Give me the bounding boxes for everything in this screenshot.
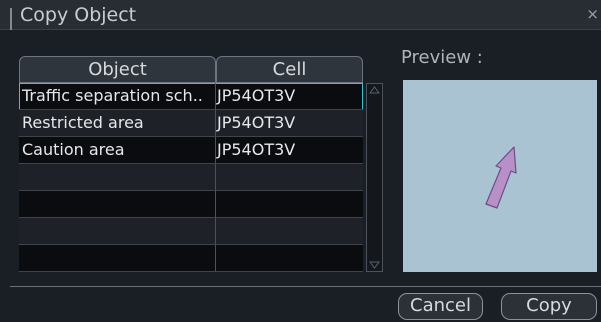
column-header-object[interactable]: Object: [19, 56, 216, 83]
scroll-up-icon[interactable]: [369, 86, 380, 94]
table-row[interactable]: Traffic separation sch.. JP54OT3V: [19, 83, 363, 110]
title-accent: [10, 8, 12, 30]
object-cell: Restricted area: [19, 110, 216, 137]
scroll-down-icon[interactable]: [369, 261, 380, 269]
preview-arrow-icon: [485, 146, 517, 209]
cell-id-cell: JP54OT3V: [216, 137, 363, 164]
copy-object-dialog: Copy Object × Object Cell Traffic separa…: [0, 0, 601, 322]
table-row[interactable]: Caution area JP54OT3V: [19, 137, 363, 164]
table-body: Traffic separation sch.. JP54OT3V Restri…: [19, 83, 363, 272]
table-row[interactable]: Restricted area JP54OT3V: [19, 110, 363, 137]
cancel-button[interactable]: Cancel: [398, 293, 483, 320]
table-scrollbar[interactable]: [366, 83, 383, 272]
object-cell: [19, 191, 216, 218]
object-cell: Traffic separation sch..: [19, 83, 216, 110]
preview-pane: [403, 80, 597, 272]
object-table: Object Cell Traffic separation sch.. JP5…: [19, 56, 363, 272]
dialog-title: Copy Object: [20, 4, 137, 26]
table-row[interactable]: [19, 218, 363, 245]
close-icon[interactable]: ×: [586, 6, 599, 22]
preview-canvas: [485, 146, 517, 209]
title-bar: Copy Object ×: [0, 0, 601, 30]
cell-id-cell: [216, 191, 363, 218]
object-cell: [19, 218, 216, 245]
preview-label: Preview :: [401, 47, 483, 68]
object-cell: [19, 245, 216, 272]
copy-button[interactable]: Copy: [501, 293, 597, 320]
object-cell: Caution area: [19, 137, 216, 164]
cell-id-cell: JP54OT3V: [216, 83, 363, 110]
cell-id-cell: [216, 245, 363, 272]
column-header-cell[interactable]: Cell: [216, 56, 363, 83]
cell-id-cell: [216, 164, 363, 191]
cell-id-cell: [216, 218, 363, 245]
footer-divider: [10, 286, 601, 287]
table-row[interactable]: [19, 191, 363, 218]
table-row[interactable]: [19, 164, 363, 191]
object-cell: [19, 164, 216, 191]
table-row[interactable]: [19, 245, 363, 272]
cell-id-cell: JP54OT3V: [216, 110, 363, 137]
